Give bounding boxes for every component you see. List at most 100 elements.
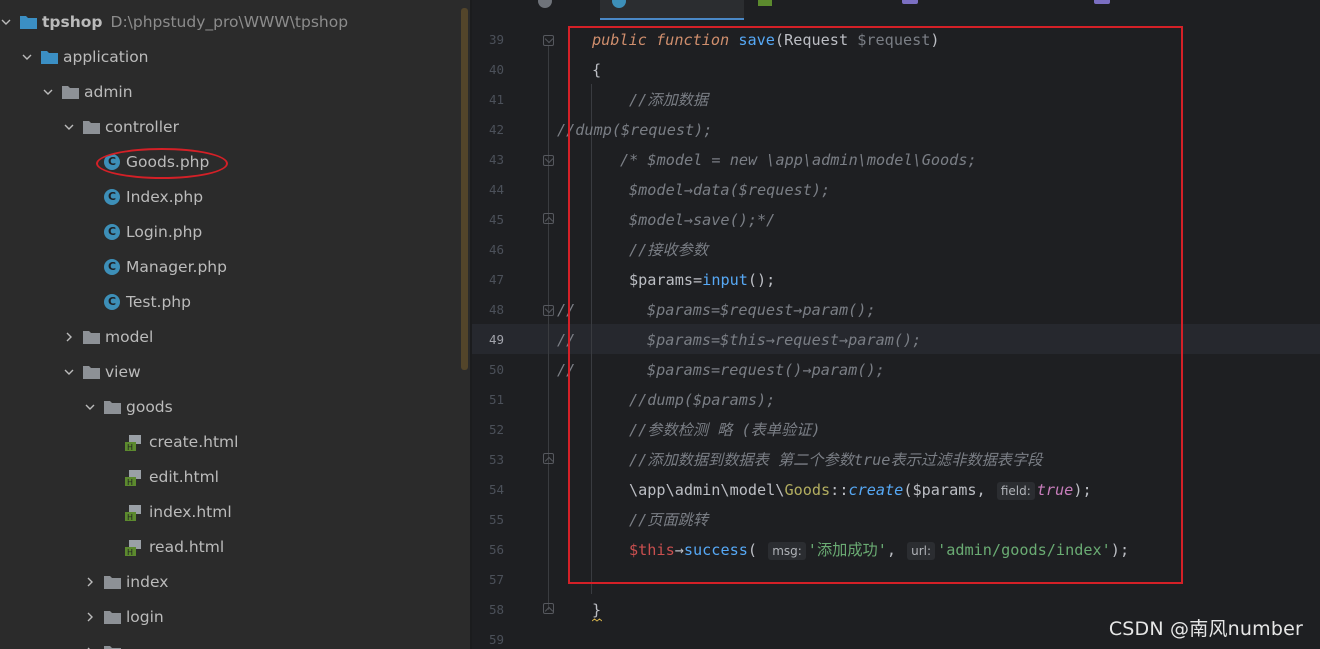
html-file-icon	[758, 0, 772, 6]
line-number: 43	[488, 152, 504, 167]
tree-item-goods-php[interactable]: C Goods.php	[0, 144, 470, 179]
editor-tab-active[interactable]	[600, 0, 744, 20]
tree-item-create-html[interactable]: H create.html	[0, 424, 470, 459]
line-number: 55	[488, 512, 504, 527]
line-number: 56	[488, 542, 504, 557]
tree-item-partial[interactable]	[0, 634, 470, 649]
editor-tab[interactable]	[1092, 0, 1292, 20]
tree-item-label: Test.php	[126, 292, 191, 311]
tree-item-login-php[interactable]: C Login.php	[0, 214, 470, 249]
tree-item-index-php[interactable]: C Index.php	[0, 179, 470, 214]
folder-icon	[41, 50, 58, 64]
tree-item-admin[interactable]: admin	[0, 74, 470, 109]
tree-item-label: edit.html	[149, 467, 219, 486]
chevron-down-icon[interactable]	[84, 401, 96, 413]
tree-item-label: goods	[126, 397, 173, 416]
line-number: 48	[488, 302, 504, 317]
chevron-right-icon[interactable]	[84, 576, 96, 588]
tree-root-name: tpshop	[42, 12, 103, 31]
tree-item-test-php[interactable]: C Test.php	[0, 284, 470, 319]
folder-icon	[83, 330, 100, 344]
project-tree-panel: tpshop D:\phpstudy_pro\WWW\tpshop applic…	[0, 0, 470, 649]
code-token: }	[592, 601, 602, 619]
chevron-down-icon[interactable]	[0, 16, 12, 28]
editor-tab[interactable]	[900, 0, 1060, 20]
editor-tab[interactable]	[532, 0, 572, 20]
tree-item-controller[interactable]: controller	[0, 109, 470, 144]
fold-marker-icon[interactable]	[543, 603, 554, 614]
folder-icon	[104, 645, 121, 649]
chevron-right-icon[interactable]	[84, 646, 96, 649]
line-number: 51	[488, 392, 504, 407]
warning-squiggle	[592, 618, 602, 622]
file-icon	[538, 0, 552, 8]
line-number: 54	[488, 482, 504, 497]
folder-icon	[62, 85, 79, 99]
svg-text:H: H	[127, 548, 133, 556]
fold-marker-icon[interactable]	[543, 155, 554, 166]
folder-icon	[20, 15, 37, 29]
folder-icon	[83, 120, 100, 134]
line-number: 52	[488, 422, 504, 437]
html-file-icon: H	[125, 539, 141, 556]
editor-tab-bar	[472, 0, 1320, 20]
php-file-icon	[902, 0, 918, 4]
svg-text:H: H	[127, 513, 133, 521]
highlight-rectangle	[568, 26, 1183, 584]
tree-item-manager-php[interactable]: C Manager.php	[0, 249, 470, 284]
fold-marker-icon[interactable]	[543, 213, 554, 224]
tree-item-edit-html[interactable]: H edit.html	[0, 459, 470, 494]
tree-item-label: model	[105, 327, 154, 346]
html-file-icon: H	[125, 469, 141, 486]
svg-text:H: H	[127, 478, 133, 486]
line-number: 46	[488, 242, 504, 257]
line-number: 50	[488, 362, 504, 377]
chevron-down-icon[interactable]	[63, 121, 75, 133]
tree-item-label: controller	[105, 117, 179, 136]
folder-icon	[104, 610, 121, 624]
line-number: 58	[488, 602, 504, 617]
chevron-down-icon[interactable]	[63, 366, 75, 378]
folder-icon	[83, 365, 100, 379]
line-number: 57	[488, 572, 504, 587]
line-number-current: 49	[488, 332, 504, 347]
tree-item-login-folder[interactable]: login	[0, 599, 470, 634]
tree-item-label: view	[105, 362, 141, 381]
tree-item-index-html[interactable]: H index.html	[0, 494, 470, 529]
tree-item-label: Login.php	[126, 222, 203, 241]
line-number: 40	[488, 62, 504, 77]
tree-root-tpshop[interactable]: tpshop D:\phpstudy_pro\WWW\tpshop	[0, 4, 470, 39]
php-class-icon: C	[104, 293, 120, 310]
chevron-down-icon[interactable]	[42, 86, 54, 98]
tree-scrollbar[interactable]	[461, 8, 468, 370]
tree-item-model[interactable]: model	[0, 319, 470, 354]
line-number: 47	[488, 272, 504, 287]
tree-item-application[interactable]: application	[0, 39, 470, 74]
php-class-icon: C	[104, 258, 120, 275]
tree-item-goods-folder[interactable]: goods	[0, 389, 470, 424]
line-number: 39	[488, 32, 504, 47]
chevron-right-icon[interactable]	[63, 331, 75, 343]
svg-text:H: H	[127, 443, 133, 451]
highlight-ellipse	[96, 148, 228, 179]
tree-item-label: Manager.php	[126, 257, 227, 276]
php-class-icon	[612, 0, 626, 8]
watermark: CSDN @南风number	[1108, 618, 1303, 640]
fold-marker-icon[interactable]	[543, 305, 554, 316]
line-number: 59	[488, 632, 504, 647]
line-number: 42	[488, 122, 504, 137]
chevron-right-icon[interactable]	[84, 611, 96, 623]
tree-item-label: index.html	[149, 502, 232, 521]
folder-icon	[104, 575, 121, 589]
editor-tab[interactable]	[754, 0, 874, 20]
tree-item-index-folder[interactable]: index	[0, 564, 470, 599]
chevron-down-icon[interactable]	[21, 51, 33, 63]
fold-marker-icon[interactable]	[543, 453, 554, 464]
line-number: 53	[488, 452, 504, 467]
php-class-icon: C	[104, 188, 120, 205]
line-number: 44	[488, 182, 504, 197]
fold-marker-icon[interactable]	[543, 35, 554, 46]
tree-item-view[interactable]: view	[0, 354, 470, 389]
tree-item-read-html[interactable]: H read.html	[0, 529, 470, 564]
tree-item-label: read.html	[149, 537, 225, 556]
